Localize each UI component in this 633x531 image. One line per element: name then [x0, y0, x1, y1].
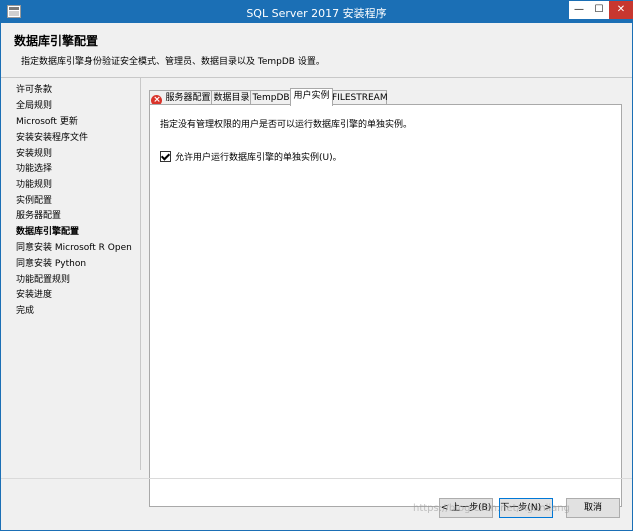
nav-item-license-terms[interactable]: 许可条款: [16, 84, 52, 97]
nav-item-complete[interactable]: 完成: [16, 305, 34, 318]
cancel-button[interactable]: 取消: [566, 498, 620, 518]
tab-label: 服务器配置: [165, 93, 211, 103]
tab-user-instances[interactable]: 用户实例: [290, 88, 333, 106]
next-button[interactable]: 下一步(N) >: [499, 498, 553, 518]
nav-item-server-config[interactable]: 服务器配置: [16, 210, 61, 223]
title-bar[interactable]: SQL Server 2017 安装程序 — ☐ ✕: [1, 1, 633, 23]
window-client-area: 数据库引擎配置 指定数据库引擎身份验证安全模式、管理员、数据目录以及 TempD…: [1, 23, 632, 530]
nav-item-install-rules[interactable]: 安装规则: [16, 148, 52, 161]
page-header: 数据库引擎配置 指定数据库引擎身份验证安全模式、管理员、数据目录以及 TempD…: [1, 23, 632, 78]
nav-item-global-rules[interactable]: 全局规则: [16, 100, 52, 113]
nav-item-instance-config[interactable]: 实例配置: [16, 195, 52, 208]
window-title: SQL Server 2017 安装程序: [246, 7, 387, 20]
page-title: 数据库引擎配置: [14, 34, 99, 48]
footer-divider: [1, 478, 632, 479]
tab-data-directories[interactable]: 数据目录: [211, 90, 252, 105]
checkbox-label[interactable]: 允许用户运行数据库引擎的单独实例(U)。: [175, 153, 342, 163]
nav-item-database-engine-config[interactable]: 数据库引擎配置: [16, 226, 79, 239]
tab-filestream[interactable]: FILESTREAM: [331, 90, 388, 105]
nav-item-microsoft-update[interactable]: Microsoft 更新: [16, 116, 78, 129]
panel-description: 指定没有管理权限的用户是否可以运行数据库引擎的单独实例。: [160, 120, 413, 130]
tab-tempdb[interactable]: TempDB: [250, 90, 292, 105]
back-button[interactable]: < 上一步(B): [439, 498, 493, 518]
page-description: 指定数据库引擎身份验证安全模式、管理员、数据目录以及 TempDB 设置。: [21, 57, 325, 67]
installer-window: SQL Server 2017 安装程序 — ☐ ✕ 数据库引擎配置 指定数据库…: [0, 0, 633, 531]
nav-item-install-progress[interactable]: 安装进度: [16, 289, 52, 302]
nav-item-feature-rules[interactable]: 功能规则: [16, 179, 52, 192]
nav-item-consent-r-open[interactable]: 同意安装 Microsoft R Open: [16, 242, 132, 255]
maximize-button[interactable]: ☐: [589, 1, 609, 20]
user-instances-panel: 指定没有管理权限的用户是否可以运行数据库引擎的单独实例。 允许用户运行数据库引擎…: [149, 104, 622, 507]
nav-item-consent-python[interactable]: 同意安装 Python: [16, 258, 86, 271]
setup-step-nav: 许可条款 全局规则 Microsoft 更新 安装安装程序文件 安装规则 功能选…: [1, 78, 141, 470]
allow-user-instances-checkbox[interactable]: [160, 151, 171, 162]
nav-item-feature-config-rules[interactable]: 功能配置规则: [16, 274, 70, 287]
minimize-button[interactable]: —: [569, 1, 589, 20]
nav-item-feature-selection[interactable]: 功能选择: [16, 163, 52, 176]
close-button[interactable]: ✕: [609, 1, 633, 20]
allow-user-instances-option[interactable]: 允许用户运行数据库引擎的单独实例(U)。: [160, 150, 342, 163]
tab-server-config[interactable]: × 服务器配置: [149, 90, 213, 106]
nav-item-install-setup-files[interactable]: 安装安装程序文件: [16, 132, 88, 145]
